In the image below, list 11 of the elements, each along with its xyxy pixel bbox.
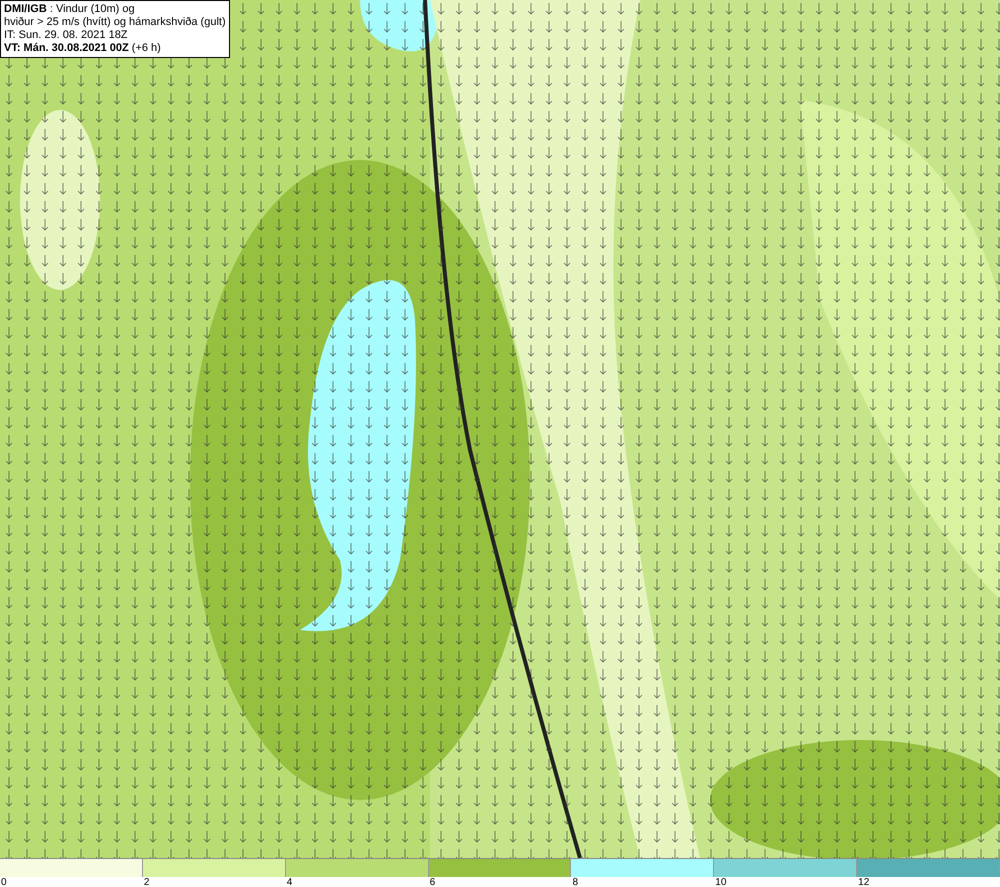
title-line: hviður > 25 m/s (hvítt) og hámarkshviða (gult) (4, 16, 226, 29)
title-line: IT: Sun. 29. 08. 2021 18Z (4, 29, 128, 42)
legend-tick-label: 8 (571, 877, 579, 887)
legend-tick-label: 4 (286, 877, 294, 887)
title-line: VT: Mán. 30.08.2021 00Z (+6 h) (4, 42, 161, 55)
legend-tick-label: 0 (0, 877, 8, 887)
legend-tick-label: 6 (428, 877, 436, 887)
legend-tick-label: 10 (714, 877, 728, 887)
legend-tick-label: 2 (142, 877, 150, 887)
title-line: DMI/IGB : Vindur (10m) og (4, 3, 135, 16)
legend-tick-label: 12 (857, 877, 870, 887)
